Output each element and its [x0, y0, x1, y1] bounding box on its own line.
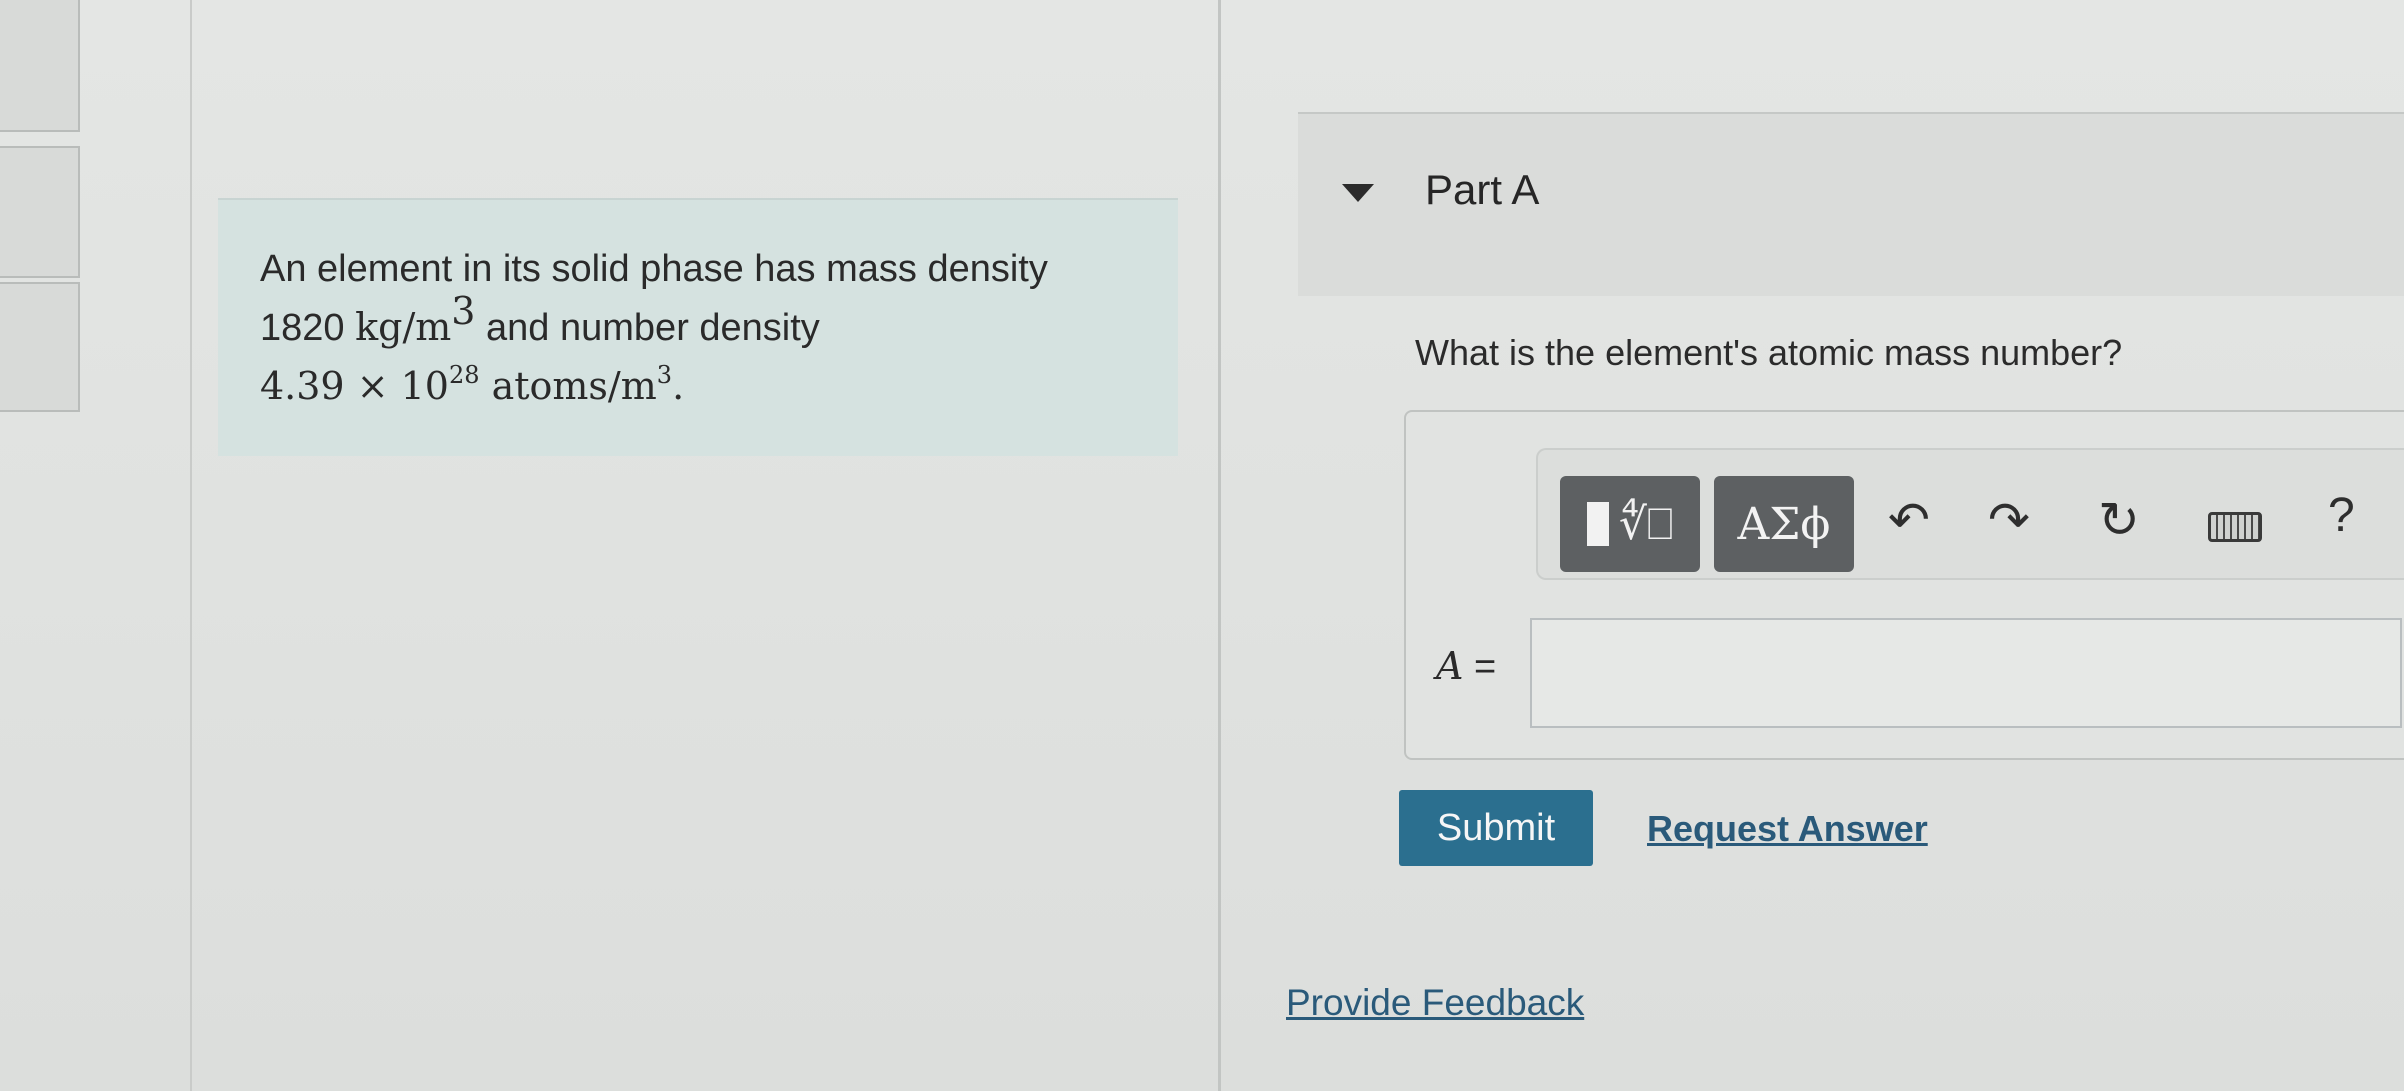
page: An element in its solid phase has mass d…	[0, 0, 2404, 1091]
equals-sign: =	[1463, 646, 1497, 688]
reset-icon[interactable]: ↻	[2098, 490, 2140, 550]
number-density-unit: atoms/m	[479, 364, 657, 408]
end-punct: .	[672, 364, 685, 408]
edge-tab[interactable]	[0, 282, 80, 412]
number-density-coeff: 4.39 × 10	[260, 364, 449, 408]
undo-icon[interactable]: ↶	[1888, 490, 1930, 550]
help-icon[interactable]: ?	[2328, 488, 2355, 543]
part-a-header[interactable]: Part A	[1298, 112, 2404, 296]
mass-density-value: 1820	[260, 307, 345, 349]
redo-icon[interactable]: ↷	[1988, 490, 2030, 550]
submit-button[interactable]: Submit	[1399, 790, 1593, 866]
number-density-exp: 28	[448, 361, 480, 389]
answer-variable-label: A =	[1436, 644, 1496, 689]
math-toolbar: ∜⎕ ΑΣϕ ↶ ↷ ↻ ?	[1536, 448, 2404, 580]
caret-down-icon[interactable]	[1342, 184, 1374, 202]
root-icon: ∜⎕	[1618, 498, 1674, 550]
part-title[interactable]: Part A	[1425, 166, 1539, 214]
provide-feedback-link[interactable]: Provide Feedback	[1286, 982, 1584, 1024]
keyboard-icon[interactable]	[2208, 512, 2262, 542]
panel-border	[190, 0, 192, 1091]
edge-tab[interactable]	[0, 146, 80, 278]
column-divider	[1218, 0, 1221, 1091]
request-answer-link[interactable]: Request Answer	[1647, 808, 1928, 850]
answer-area: ∜⎕ ΑΣϕ ↶ ↷ ↻ ? A =	[1404, 410, 2404, 760]
answer-input[interactable]	[1530, 618, 2402, 728]
variable-name: A	[1436, 644, 1464, 688]
greek-symbols-button[interactable]: ΑΣϕ	[1714, 476, 1854, 572]
left-edge-tabs	[0, 0, 80, 412]
number-density-unit-exp: 3	[656, 361, 673, 389]
problem-statement: An element in its solid phase has mass d…	[218, 198, 1178, 456]
line-2-suffix: and number density	[475, 307, 820, 349]
problem-line-1: An element in its solid phase has mass d…	[260, 248, 1048, 290]
problem-line-3: 4.39 × 1028 atoms/m3.	[260, 357, 1178, 415]
templates-button[interactable]: ∜⎕	[1560, 476, 1700, 572]
edge-tab[interactable]	[0, 0, 80, 132]
mass-density-unit: kg/m	[355, 305, 452, 349]
problem-line-2: 1820 kg/m3 and number density	[260, 292, 1178, 357]
mass-density-exp: 3	[451, 289, 476, 333]
templates-icon	[1586, 502, 1609, 546]
question-text: What is the element's atomic mass number…	[1415, 332, 2123, 373]
